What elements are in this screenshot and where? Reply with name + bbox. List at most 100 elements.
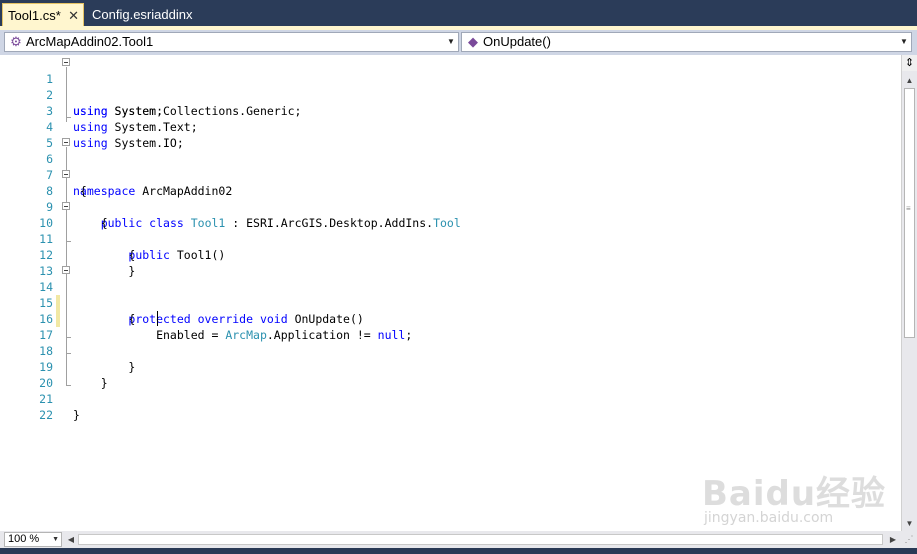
code-line: 15 {	[0, 279, 135, 326]
navigation-bar: ⚙ ArcMapAddin02.Tool1 ▼ ◆ OnUpdate() ▼	[0, 30, 917, 55]
code-fragment: ArcMapAddin02	[135, 184, 233, 198]
member-selector-dropdown[interactable]: ◆ OnUpdate() ▼	[461, 32, 912, 52]
code-editor[interactable]: 1 using System; 2 using System.Collectio…	[0, 55, 901, 531]
status-strip	[0, 548, 917, 554]
type-selector-dropdown[interactable]: ⚙ ArcMapAddin02.Tool1 ▼	[4, 32, 459, 52]
horizontal-scroll-thumb[interactable]	[78, 534, 883, 545]
type-name: ArcMap	[225, 328, 267, 342]
scroll-up-icon[interactable]: ▲	[902, 73, 917, 88]
resize-grip-icon: ⋰	[901, 531, 917, 548]
code-line: 10 public Tool1()	[0, 199, 225, 262]
code-fragment: System.IO;	[107, 136, 184, 150]
code-text: {	[73, 312, 136, 326]
change-tracking-bar	[56, 295, 60, 327]
code-text: public class Tool1 : ESRI.ArcGIS.Desktop…	[73, 215, 461, 231]
scroll-right-icon[interactable]: ▶	[887, 532, 899, 547]
tab-label: Config.esriaddinx	[92, 7, 193, 22]
code-text: }	[73, 408, 80, 422]
code-text: using System.Text;	[73, 119, 198, 135]
tab-label: Tool1.cs*	[8, 8, 61, 23]
grip-icon: ≡	[906, 204, 911, 213]
baidu-logo: Baidu经验	[702, 474, 887, 514]
collapse-icon[interactable]	[62, 58, 70, 66]
chevron-down-icon[interactable]: ▼	[898, 33, 910, 51]
code-line: 11 {	[0, 215, 135, 262]
code-text: }	[73, 360, 136, 374]
code-line: 19 }	[0, 343, 107, 390]
outline-end	[66, 353, 71, 354]
type-name: Tool	[433, 216, 461, 230]
class-icon: ⚙	[10, 34, 22, 49]
zoom-dropdown[interactable]: 100 % ▼	[4, 532, 62, 547]
code-line: 5	[0, 119, 53, 150]
code-text: Enabled = ArcMap.Application != null;	[73, 327, 412, 343]
member-selector-value: OnUpdate()	[483, 34, 551, 49]
code-fragment: : ESRI.ArcGIS.Desktop.AddIns.	[225, 216, 434, 230]
code-text: {	[73, 184, 87, 198]
watermark-url: jingyan.baidu.com	[704, 510, 834, 526]
code-text: using System.Collections.Generic;	[73, 103, 302, 119]
document-tab-strip: Tool1.cs* ✕ Config.esriaddinx	[0, 0, 917, 30]
outline-end	[66, 385, 71, 386]
method-icon: ◆	[468, 34, 478, 49]
code-line: 4 using System.IO;	[0, 103, 184, 150]
watermark: Baidu经验 jingyan.baidu.com	[700, 460, 900, 530]
chevron-down-icon[interactable]: ▼	[52, 533, 59, 546]
keyword: using	[73, 104, 108, 118]
vertical-scrollbar[interactable]: ⇕ ▲ ≡ ▼	[901, 55, 917, 531]
code-fragment: ;	[405, 328, 413, 342]
keyword: null	[377, 328, 406, 342]
keyword: using	[73, 136, 108, 150]
outline-line	[66, 67, 67, 122]
code-fragment: .Application !=	[266, 328, 378, 342]
code-line: 7 {	[0, 151, 87, 198]
keyword: protected override void	[128, 312, 288, 326]
collapse-icon[interactable]	[62, 266, 70, 274]
code-line: 14 protected override void OnUpdate()	[0, 263, 364, 326]
tab-config-esriaddinx[interactable]: Config.esriaddinx	[86, 3, 206, 26]
outline-end	[66, 117, 71, 118]
code-line: 8 public class Tool1 : ESRI.ArcGIS.Deskt…	[0, 167, 461, 230]
code-line: 6 namespace ArcMapAddin02	[0, 135, 232, 198]
type-name: Tool1	[190, 216, 226, 230]
tab-tool1-cs[interactable]: Tool1.cs* ✕	[2, 3, 84, 26]
code-line: 16 Enabled = ArcMap.Application != null;	[0, 295, 412, 342]
keyword: public class	[100, 216, 184, 230]
code-line: 3 using System.Text;	[0, 87, 198, 134]
code-line: 2 using System.Collections.Generic;	[0, 71, 301, 118]
text-caret	[157, 311, 158, 326]
code-line: 20	[0, 359, 53, 390]
code-line: 1 using System;	[0, 55, 163, 118]
line-number: 22	[39, 408, 53, 422]
code-line: 17	[0, 311, 53, 342]
keyword: using	[73, 120, 108, 134]
code-text: {	[73, 216, 108, 230]
scroll-down-icon[interactable]: ▼	[902, 516, 917, 531]
collapse-icon[interactable]	[62, 138, 70, 146]
code-text: }	[73, 376, 108, 390]
scroll-left-icon[interactable]: ◀	[65, 532, 77, 547]
split-handle-icon[interactable]: ⇕	[902, 55, 917, 71]
collapse-icon[interactable]	[62, 202, 70, 210]
code-fragment: Enabled =	[73, 328, 226, 342]
code-line: 18 }	[0, 327, 135, 374]
outline-line	[66, 211, 67, 241]
code-line: 9 {	[0, 183, 108, 230]
code-fragment: Tool1()	[169, 248, 226, 262]
close-icon[interactable]: ✕	[68, 4, 79, 27]
zoom-value: 100 %	[8, 533, 40, 545]
code-line: 12 }	[0, 231, 135, 278]
chevron-down-icon[interactable]: ▼	[445, 33, 457, 51]
code-text: }	[73, 264, 136, 278]
collapse-icon[interactable]	[62, 170, 70, 178]
code-text: namespace ArcMapAddin02	[73, 183, 232, 199]
outline-end	[66, 337, 71, 338]
vertical-scroll-thumb[interactable]: ≡	[904, 88, 915, 338]
editor-bottom-bar: 100 % ▼ ◀ ▶ ⋰	[0, 531, 917, 548]
code-line: 13	[0, 247, 53, 278]
code-line: 21 }	[0, 375, 80, 422]
code-fragment: OnUpdate()	[287, 312, 364, 326]
outline-end	[66, 241, 71, 242]
code-text: using System.IO;	[73, 135, 184, 151]
